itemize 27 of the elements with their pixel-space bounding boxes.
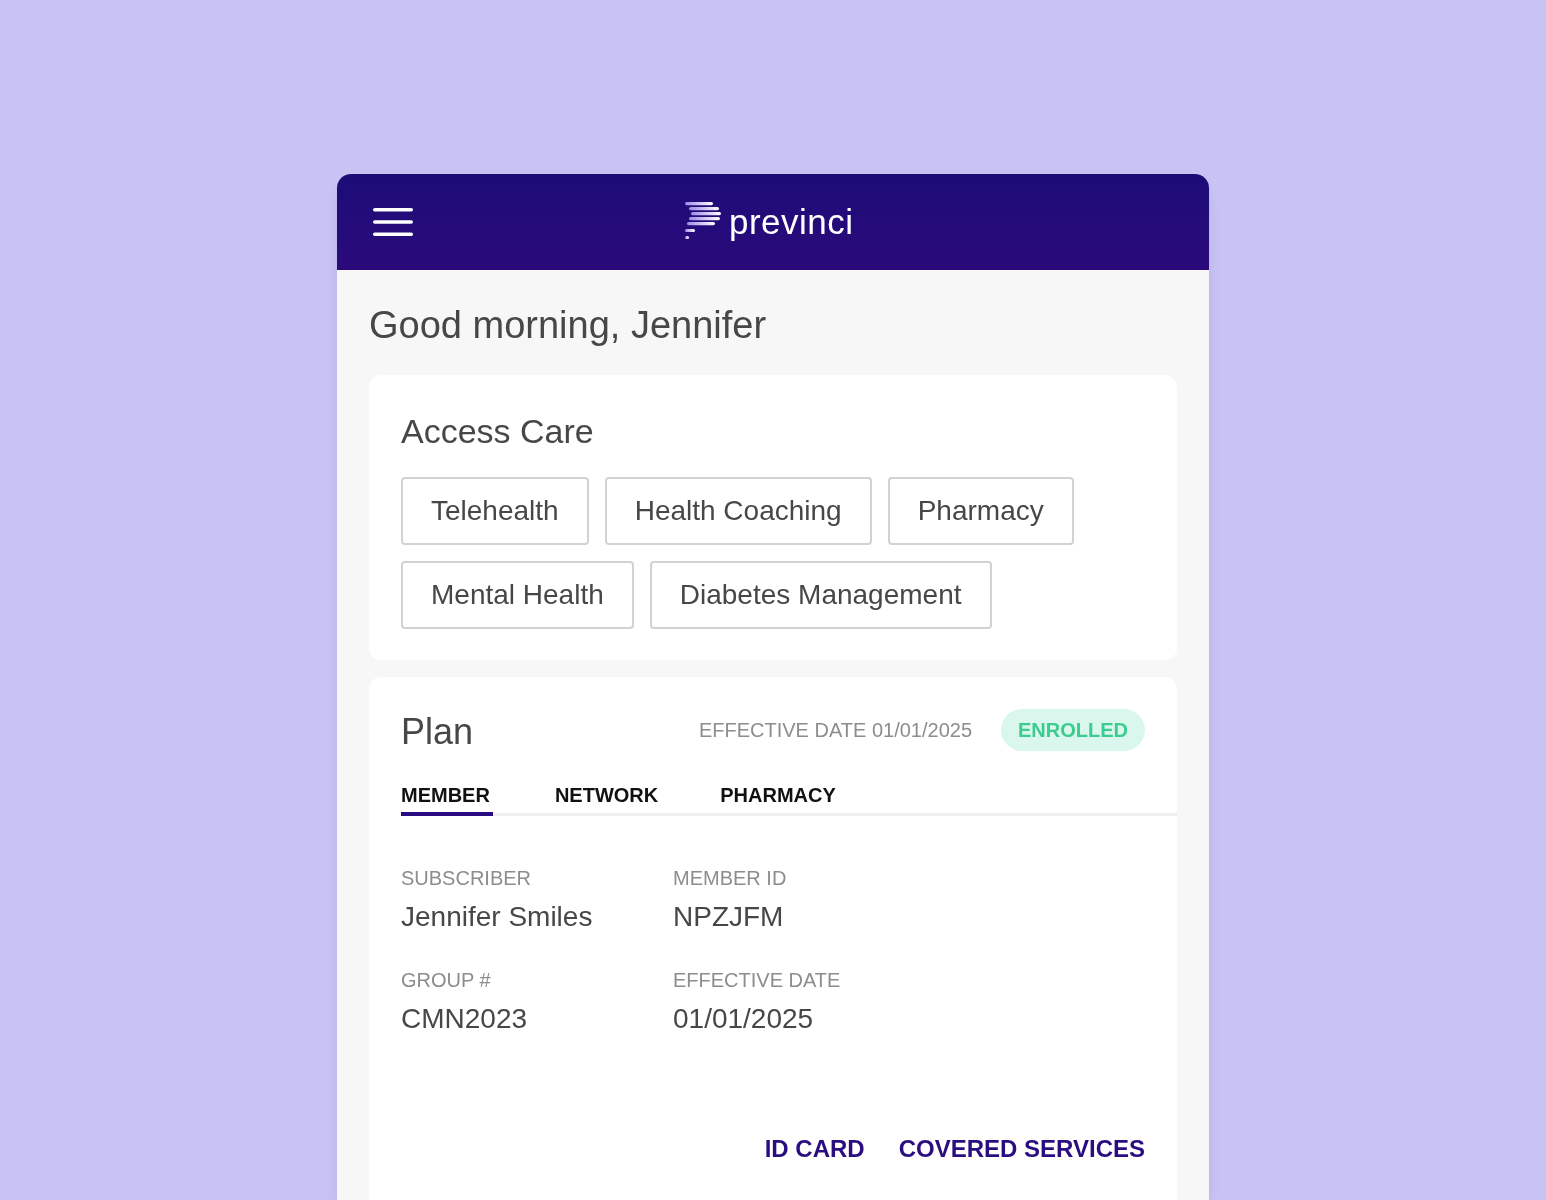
menu-button[interactable]	[373, 207, 413, 237]
service-button[interactable]: Pharmacy	[887, 477, 1074, 545]
service-button[interactable]: Telehealth	[401, 477, 589, 545]
service-button[interactable]: Mental Health	[401, 561, 634, 629]
field-label: MEMBER ID	[673, 866, 787, 890]
status-badge: ENROLLED	[1001, 709, 1145, 751]
plan-link[interactable]: COVERED SERVICES	[898, 1134, 1145, 1164]
field-label: EFFECTIVE DATE	[673, 968, 841, 992]
service-button[interactable]: Health Coaching	[604, 477, 872, 545]
field-value: NPZJFM	[673, 900, 784, 934]
field-value: CMN2023	[401, 1002, 528, 1036]
greeting-heading: Good morning, Jennifer	[369, 303, 768, 348]
field-label: GROUP #	[401, 968, 491, 992]
logo-text: previnci	[729, 202, 854, 242]
logo-icon	[685, 202, 721, 242]
field-value: Jennifer Smiles	[401, 900, 593, 934]
field-value: 01/01/2025	[673, 1002, 814, 1036]
plan-tab[interactable]: NETWORK	[554, 783, 659, 816]
field-label: SUBSCRIBER	[401, 866, 532, 890]
menu-icon	[373, 208, 413, 236]
card-title: Access Care	[401, 411, 595, 452]
plan-tab[interactable]: PHARMACY	[720, 783, 836, 816]
service-button[interactable]: Diabetes Management	[649, 561, 992, 629]
plan-link[interactable]: ID CARD	[764, 1134, 865, 1164]
effective-date-text: EFFECTIVE DATE 01/01/2025	[698, 718, 972, 743]
card-title: Plan	[401, 710, 474, 753]
plan-tab[interactable]: MEMBER	[401, 783, 493, 816]
